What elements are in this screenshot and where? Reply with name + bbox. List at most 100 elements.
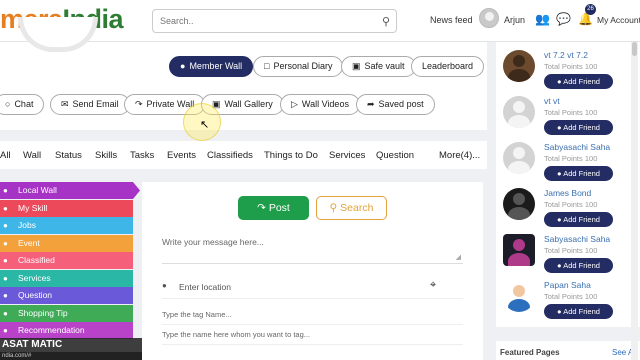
- resize-handle-icon[interactable]: ◢: [456, 253, 461, 261]
- avatar[interactable]: [503, 50, 535, 82]
- category-menu: ● Local Wall ● My Skill ● Jobs ● Event ● Clas…: [0, 182, 140, 360]
- tab-status[interactable]: Status: [55, 150, 82, 161]
- vault-icon: ▣: [352, 61, 361, 71]
- suggestion-points: Total Points 100: [544, 200, 598, 209]
- tab-events[interactable]: Events: [167, 150, 196, 161]
- page-scrollbar[interactable]: [631, 42, 638, 360]
- suggestion-item: Papan Saha Total Points 100 ● Add Friend: [503, 280, 633, 324]
- map-pin-icon: ●: [162, 281, 167, 290]
- menu-item-event[interactable]: ● Event: [0, 234, 133, 252]
- search-input[interactable]: [153, 10, 363, 32]
- wall-videos-button[interactable]: ▷ Wall Videos: [280, 94, 360, 115]
- suggestion-item: vt vt Total Points 100 ● Add Friend: [503, 96, 633, 140]
- friends-icon[interactable]: 👥: [535, 12, 550, 26]
- suggestion-points: Total Points 100: [544, 292, 598, 301]
- pin-icon: ●: [3, 273, 8, 283]
- message-textarea[interactable]: Write your message here... ◢: [162, 237, 463, 264]
- tag-people-field[interactable]: Type the name here whom you want to tag.…: [162, 330, 463, 345]
- pin-icon: ●: [3, 256, 8, 265]
- menu-item-jobs[interactable]: ● Jobs: [0, 217, 133, 234]
- suggestion-name[interactable]: vt 7.2 vt 7.2: [544, 50, 588, 60]
- chat-button[interactable]: ○ Chat: [0, 94, 45, 115]
- menu-item-my-skill[interactable]: ● My Skill: [0, 199, 133, 217]
- messages-icon[interactable]: 💬: [556, 12, 571, 26]
- search-icon[interactable]: ⚲: [382, 15, 390, 28]
- avatar[interactable]: [503, 280, 535, 312]
- tab-classifieds[interactable]: Classifieds: [207, 150, 253, 161]
- leaderboard-button[interactable]: Leaderboard: [411, 56, 485, 77]
- add-friend-button[interactable]: ● Add Friend: [544, 258, 613, 273]
- mouse-pointer-icon: ↖: [200, 119, 210, 131]
- tab-things-to-do[interactable]: Things to Do: [264, 150, 318, 161]
- username-label[interactable]: Arjun: [504, 15, 525, 25]
- avatar[interactable]: [503, 234, 535, 266]
- send-icon: ↷: [257, 202, 269, 214]
- pin-icon: ●: [3, 221, 8, 230]
- search-box[interactable]: ⚲: [152, 9, 397, 33]
- tab-more[interactable]: More(4)...: [439, 150, 480, 161]
- tab-all[interactable]: All: [0, 150, 11, 161]
- locate-me-icon[interactable]: ⌖: [430, 279, 436, 292]
- add-friend-button[interactable]: ● Add Friend: [544, 120, 613, 135]
- pin-icon: ●: [3, 291, 8, 300]
- personal-diary-button[interactable]: □ Personal Diary: [253, 56, 344, 77]
- featured-pages-header: Featured Pages See All: [496, 341, 640, 360]
- post-composer: ↷ Post ⚲ Search Write your message here.…: [142, 182, 483, 360]
- group-icon: ●: [180, 61, 186, 71]
- menu-item-local-wall[interactable]: ● Local Wall: [0, 182, 140, 199]
- envelope-icon: ✉: [61, 99, 69, 109]
- notification-badge: 26: [585, 4, 596, 15]
- pin-icon: ●: [3, 186, 8, 195]
- friend-suggestions: vt 7.2 vt 7.2 Total Points 100 ● Add Fri…: [496, 42, 640, 327]
- add-friend-button[interactable]: ● Add Friend: [544, 212, 613, 227]
- tab-tasks[interactable]: Tasks: [130, 150, 154, 161]
- tab-services[interactable]: Services: [329, 150, 365, 161]
- suggestion-item: Sabyasachi Saha Total Points 100 ● Add F…: [503, 234, 633, 278]
- safe-vault-button[interactable]: ▣ Safe vault: [341, 56, 416, 77]
- search-button[interactable]: ⚲ Search: [316, 196, 387, 220]
- suggestion-name[interactable]: James Bond: [544, 188, 591, 198]
- content-tabs: All Wall Status Skills Tasks Events Clas…: [0, 141, 487, 169]
- avatar[interactable]: [503, 188, 535, 220]
- add-friend-button[interactable]: ● Add Friend: [544, 74, 613, 89]
- suggestion-item: vt 7.2 vt 7.2 Total Points 100 ● Add Fri…: [503, 50, 633, 94]
- share-icon: ↷: [135, 99, 143, 109]
- saved-post-button[interactable]: ➦ Saved post: [356, 94, 435, 115]
- add-friend-button[interactable]: ● Add Friend: [544, 166, 613, 181]
- pin-icon: ●: [3, 308, 8, 318]
- suggestion-points: Total Points 100: [544, 154, 598, 163]
- pin-icon: ●: [3, 238, 8, 248]
- my-account-link[interactable]: My Account: [597, 15, 640, 25]
- book-icon: □: [264, 61, 270, 71]
- menu-item-services[interactable]: ● Services: [0, 269, 133, 287]
- tab-question[interactable]: Question: [376, 150, 414, 161]
- suggestion-name[interactable]: Sabyasachi Saha: [544, 234, 610, 244]
- suggestion-item: James Bond Total Points 100 ● Add Friend: [503, 188, 633, 232]
- send-email-button[interactable]: ✉ Send Email: [50, 94, 130, 115]
- avatar[interactable]: [503, 142, 535, 174]
- menu-item-question[interactable]: ● Question: [0, 287, 133, 304]
- menu-item-classified[interactable]: ● Classified: [0, 252, 133, 269]
- user-avatar[interactable]: [479, 8, 499, 28]
- suggestion-points: Total Points 100: [544, 62, 598, 71]
- suggestion-name[interactable]: vt vt: [544, 96, 560, 106]
- profile-picture[interactable]: [18, 17, 98, 52]
- member-wall-button[interactable]: ● Member Wall: [169, 56, 254, 77]
- suggestion-name[interactable]: Papan Saha: [544, 280, 591, 290]
- news-feed-link[interactable]: News feed: [430, 15, 473, 25]
- scrollbar-thumb[interactable]: [632, 42, 637, 56]
- menu-item-recommendation[interactable]: ● Recommendation: [0, 322, 133, 339]
- suggestion-item: Sabyasachi Saha Total Points 100 ● Add F…: [503, 142, 633, 186]
- tag-name-field[interactable]: Type the tag Name...: [162, 310, 463, 325]
- tab-skills[interactable]: Skills: [95, 150, 117, 161]
- video-icon: ▷: [291, 99, 298, 109]
- add-friend-button[interactable]: ● Add Friend: [544, 304, 613, 319]
- menu-item-shopping-tip[interactable]: ● Shopping Tip: [0, 304, 133, 322]
- post-button[interactable]: ↷ Post: [238, 196, 309, 220]
- location-field[interactable]: ● Enter location ⌖: [162, 279, 463, 299]
- bookmark-icon: ➦: [367, 99, 375, 109]
- avatar[interactable]: [503, 96, 535, 128]
- suggestion-name[interactable]: Sabyasachi Saha: [544, 142, 610, 152]
- tab-wall[interactable]: Wall: [23, 150, 41, 161]
- suggestion-points: Total Points 100: [544, 246, 598, 255]
